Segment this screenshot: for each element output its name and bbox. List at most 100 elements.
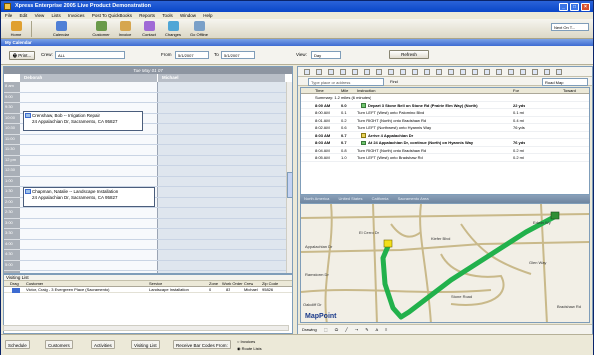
map-tool-icon[interactable]: [544, 69, 550, 75]
directions-row[interactable]: 8:05 AM 1.0 Turn LEFT (West) onto Bradshaw…: [301, 154, 589, 162]
map-tool-icon[interactable]: [364, 69, 370, 75]
route-map[interactable]: Appalachian Dr Ramstorm Dr Oakcliff Dr E…: [300, 203, 590, 323]
from-date-field[interactable]: 5/1/2007: [175, 51, 209, 59]
time-slot-row[interactable]: [20, 93, 292, 103]
menu-invoices[interactable]: Invoices: [68, 13, 85, 18]
map-tool-icon[interactable]: [520, 69, 526, 75]
crumb-united-states[interactable]: United States: [338, 196, 362, 201]
appointment-chapman[interactable]: Chapman, Natalie -- Landscape Installati…: [23, 187, 155, 207]
menu-lists[interactable]: Lists: [52, 13, 61, 18]
menu-tools[interactable]: Tools: [162, 13, 173, 18]
calendar-scrollbar[interactable]: [286, 82, 292, 273]
drag-handle-icon[interactable]: [12, 287, 20, 293]
drawing-label[interactable]: Drawing: [302, 327, 317, 332]
start-pushpin-icon[interactable]: [383, 239, 393, 248]
map-tool-icon[interactable]: [484, 69, 490, 75]
menu-reports[interactable]: Reports: [139, 13, 155, 18]
map-tool-icon[interactable]: [328, 69, 334, 75]
receive-bar-codes-button[interactable]: Receive Bar Codes From:: [173, 340, 231, 349]
next-on-dropdown[interactable]: Next On T...: [551, 23, 589, 31]
scroll-thumb[interactable]: [287, 172, 292, 198]
minimize-button[interactable]: _: [559, 2, 568, 11]
menu-file[interactable]: File: [5, 13, 12, 18]
activities-button[interactable]: Activities: [91, 340, 115, 349]
refresh-button[interactable]: Refresh: [389, 50, 429, 59]
directions-row[interactable]: 8:03 AM 0.7 Arrive 4 Appalachian Dr: [301, 132, 589, 139]
map-tool-icon[interactable]: [388, 69, 394, 75]
map-tool-icon[interactable]: [304, 69, 310, 75]
visiting-list-scrollbar[interactable]: [3, 325, 289, 331]
maximize-button[interactable]: □: [570, 2, 579, 11]
time-slot-row[interactable]: [20, 166, 292, 177]
calendar-button[interactable]: Calendar: [49, 20, 73, 38]
customers-button[interactable]: Customers: [45, 340, 73, 349]
map-tool-icon[interactable]: [316, 69, 322, 75]
time-slot-row[interactable]: [20, 156, 292, 166]
appointment-crenshaw[interactable]: Crenshaw, Bob -- Irrigation Repair 24 Ap…: [23, 111, 143, 131]
time-slot-row[interactable]: [20, 82, 292, 93]
visiting-list-button[interactable]: Visiting List: [131, 340, 160, 349]
directions-row[interactable]: 8:01 AM 0.2 Turn RIGHT (North) onto Bradsh…: [301, 117, 589, 124]
address-input[interactable]: Type place or address: [308, 77, 384, 86]
time-slot-row[interactable]: [20, 250, 292, 261]
customer-button[interactable]: Customer: [89, 20, 113, 38]
crumb-north-america[interactable]: North America: [304, 196, 329, 201]
invoice-button[interactable]: Invoice: [113, 20, 137, 38]
menu-window[interactable]: Window: [180, 13, 196, 18]
map-tool-icon[interactable]: [436, 69, 442, 75]
table-row[interactable]: Victor, Craig - 3 Evergreen Place (Sacra…: [4, 287, 292, 293]
map-tool-icon[interactable]: [448, 69, 454, 75]
map-tool-icon[interactable]: [352, 69, 358, 75]
map-tool-icon[interactable]: [472, 69, 478, 75]
crumb-sacramento[interactable]: Sacramento Area: [398, 196, 429, 201]
directions-row[interactable]: 8:03 AM 0.7 At 24 Appalachian Dr, continue…: [301, 139, 589, 147]
drawing-tools-icon[interactable]: ⬚ ⬭ ╱ ➝ ✎ A ≡: [324, 327, 391, 332]
directions-row[interactable]: 8:00 AM 0.1 Turn LEFT (West) onto Palomino…: [301, 109, 589, 117]
time-slot-row[interactable]: [20, 240, 292, 250]
find-button[interactable]: Find: [390, 78, 398, 86]
cell-customer: Victor, Craig - 3 Evergreen Place (Sacra…: [26, 287, 110, 292]
schedule-button[interactable]: Schedule: [5, 340, 30, 349]
time-slot-row[interactable]: [20, 135, 292, 145]
map-tool-icon[interactable]: [376, 69, 382, 75]
time-slot-row[interactable]: [20, 177, 292, 187]
column-header-deborah[interactable]: Deborah: [20, 74, 158, 82]
map-tool-icon[interactable]: [400, 69, 406, 75]
crumb-california[interactable]: California: [372, 196, 389, 201]
go-offline-button[interactable]: Go Offline: [187, 20, 211, 38]
crew-select[interactable]: ALL: [55, 51, 125, 59]
time-slot-row[interactable]: [20, 229, 292, 240]
map-tool-icon[interactable]: [340, 69, 346, 75]
time-slot-row[interactable]: [20, 208, 292, 219]
changes-button[interactable]: Changes: [161, 20, 185, 38]
contact-button[interactable]: Contact: [137, 20, 161, 38]
menu-view[interactable]: View: [35, 13, 45, 18]
map-tool-icon[interactable]: [424, 69, 430, 75]
print-button[interactable]: 🖶 Print...: [9, 51, 35, 60]
directions-row[interactable]: 8:00 AM 0.0 Depart 3 Stone Bell on Stone R…: [301, 102, 589, 109]
map-tool-icon[interactable]: [412, 69, 418, 75]
close-button[interactable]: ×: [581, 2, 590, 11]
route-line[interactable]: [380, 213, 559, 320]
column-header-michael[interactable]: Michael: [158, 74, 286, 82]
directions-row[interactable]: 8:04 AM 0.8 Turn RIGHT (North) onto Bradsh…: [301, 147, 589, 154]
map-tool-icon[interactable]: [508, 69, 514, 75]
cell-time: 8:04 AM: [315, 147, 330, 153]
time-slot-row[interactable]: [20, 261, 292, 271]
radio-route-lists[interactable]: ◉ Route Lists: [237, 345, 262, 353]
map-style-select[interactable]: Road Map: [542, 77, 588, 86]
map-tool-icon[interactable]: [460, 69, 466, 75]
menu-help[interactable]: Help: [203, 13, 212, 18]
end-pushpin-icon[interactable]: [550, 211, 560, 220]
time-slot-row[interactable]: [20, 145, 292, 156]
map-tool-icon[interactable]: [532, 69, 538, 75]
map-tool-icon[interactable]: [496, 69, 502, 75]
time-slot-row[interactable]: [20, 219, 292, 229]
directions-row[interactable]: 8:02 AM 0.6 Turn LEFT (Northwest) onto Hya…: [301, 124, 589, 132]
home-button[interactable]: Home: [4, 20, 28, 38]
to-date-field[interactable]: 5/1/2007: [221, 51, 255, 59]
map-tool-icon[interactable]: [556, 69, 562, 75]
menu-edit[interactable]: Edit: [20, 13, 28, 18]
menu-post-to-quickbooks[interactable]: Post To QuickBooks: [92, 13, 132, 18]
view-select[interactable]: Day: [311, 51, 341, 59]
